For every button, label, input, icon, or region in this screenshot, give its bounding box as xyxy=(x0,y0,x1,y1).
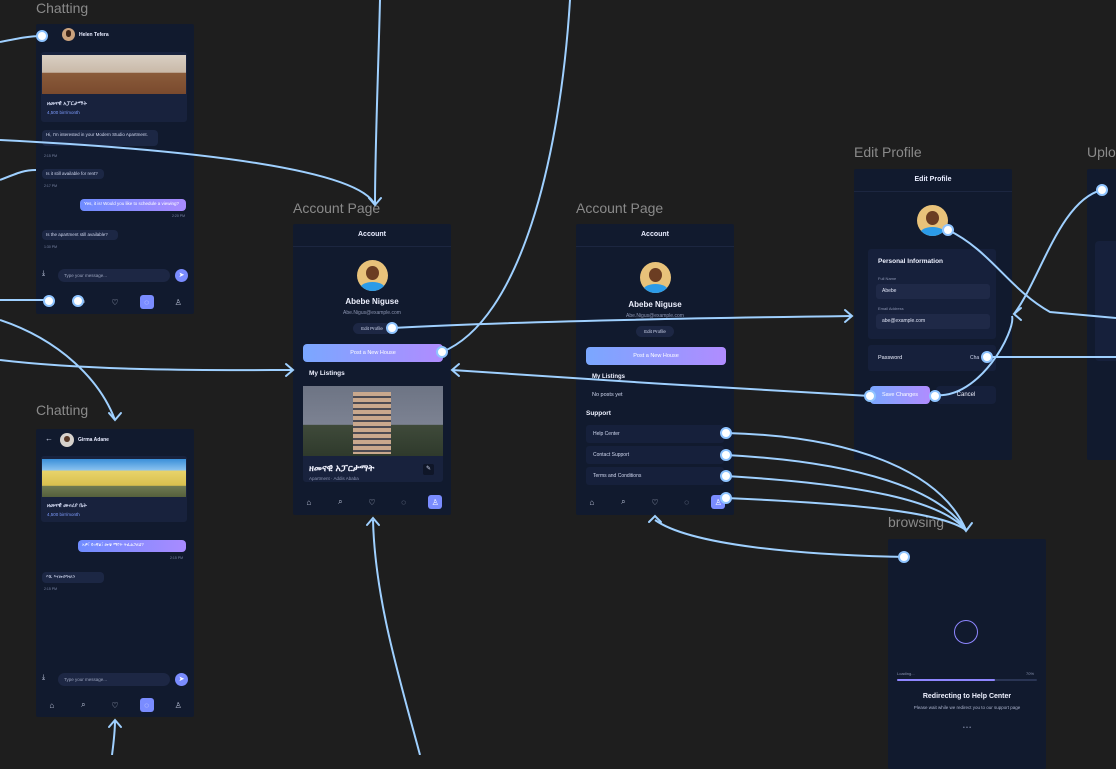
connection-node[interactable] xyxy=(929,390,941,402)
wire xyxy=(725,475,967,531)
wire xyxy=(441,0,571,353)
connection-node[interactable] xyxy=(43,295,55,307)
connection-node[interactable] xyxy=(436,346,448,358)
connection-node[interactable] xyxy=(720,470,732,482)
connection-node[interactable] xyxy=(72,295,84,307)
connection-node[interactable] xyxy=(720,492,732,504)
arrow-head xyxy=(959,522,973,533)
wire xyxy=(725,432,967,531)
connection-node[interactable] xyxy=(1096,184,1108,196)
wire xyxy=(947,229,1116,319)
wire xyxy=(374,0,381,206)
connection-node[interactable] xyxy=(942,224,954,236)
wire xyxy=(0,359,293,372)
wire xyxy=(0,169,37,181)
connection-node[interactable] xyxy=(981,351,993,363)
arrow-head xyxy=(1012,307,1022,321)
connection-node[interactable] xyxy=(898,551,910,563)
wire xyxy=(654,519,905,558)
connection-node[interactable] xyxy=(720,427,732,439)
prototype-connections xyxy=(0,0,1116,755)
wire xyxy=(725,454,967,531)
wire xyxy=(0,139,376,206)
arrow-head xyxy=(108,412,122,422)
wire xyxy=(725,497,967,531)
connection-node[interactable] xyxy=(36,30,48,42)
wire xyxy=(391,315,853,329)
wire xyxy=(451,369,871,397)
wire xyxy=(933,315,1014,397)
wire xyxy=(111,719,116,755)
wire xyxy=(372,519,421,755)
connection-node[interactable] xyxy=(864,390,876,402)
connection-node[interactable] xyxy=(386,322,398,334)
connection-node[interactable] xyxy=(720,449,732,461)
wire xyxy=(0,319,116,421)
